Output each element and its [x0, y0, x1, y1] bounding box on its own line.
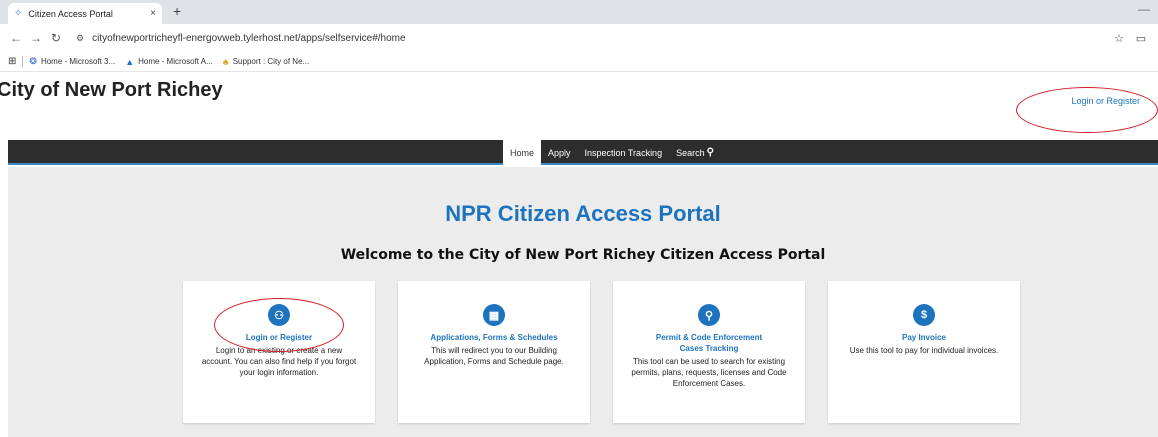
tab-title: Citizen Access Portal	[28, 8, 113, 19]
nav-apply-label: Apply	[548, 147, 571, 158]
card-description: This will redirect you to our Building A…	[424, 346, 564, 366]
card-title[interactable]: Applications, Forms & Schedules	[398, 332, 590, 343]
support-icon: ♣	[222, 56, 229, 67]
bookmark-label: Home - Microsoft 3...	[40, 57, 116, 66]
nav-home[interactable]: Home	[503, 140, 542, 165]
bookmark-item[interactable]: ▲ Home - Microsoft A...	[125, 57, 213, 67]
annotation-ellipse-header	[1016, 87, 1158, 133]
nav-search[interactable]: Search ⚲	[669, 140, 721, 165]
search-icon: ⚲	[698, 304, 720, 326]
card-applications[interactable]: ▦ Applications, Forms & Schedules This w…	[398, 281, 590, 423]
nav-inspection-label: Inspection Tracking	[584, 147, 663, 158]
site-title: City of New Port Richey	[0, 79, 223, 101]
forward-icon[interactable]: →	[26, 31, 46, 45]
building-icon: ▦	[483, 304, 505, 326]
main-content: NPR Citizen Access Portal Welcome to the…	[8, 167, 1158, 437]
new-tab-icon[interactable]: +	[173, 3, 181, 19]
bookmarks-divider	[22, 56, 24, 67]
favicon-icon: ✧	[14, 8, 23, 19]
bookmark-label: Support : City of Ne...	[232, 57, 310, 66]
card-description: This tool can be used to search for exis…	[631, 357, 787, 388]
card-title[interactable]: Permit & Code Enforcement Cases Tracking	[613, 332, 805, 354]
annotation-ellipse-card	[214, 298, 344, 352]
url-field[interactable]: ⚙ cityofnewportricheyfl-energovweb.tyler…	[72, 27, 1108, 49]
search-icon: ⚲	[706, 147, 714, 158]
card-permit-tracking[interactable]: ⚲ Permit & Code Enforcement Cases Tracki…	[613, 281, 805, 423]
browser-tab-bar: ✧ Citizen Access Portal × + —	[0, 0, 1158, 24]
bookmark-item[interactable]: ❂ Home - Microsoft 3...	[29, 56, 115, 67]
browser-tab[interactable]: ✧ Citizen Access Portal ×	[8, 3, 162, 24]
azure-icon: ▲	[125, 56, 135, 67]
address-bar: ← → ↻ ⚙ cityofnewportricheyfl-energovweb…	[0, 24, 1158, 52]
dollar-icon: $	[913, 304, 935, 326]
site-info-icon[interactable]: ⚙	[76, 33, 84, 44]
card-description: Use this tool to pay for individual invo…	[849, 346, 999, 355]
url-text: cityofnewportricheyfl-energovweb.tylerho…	[92, 32, 406, 44]
reader-mode-icon[interactable]: ▭	[1130, 32, 1152, 45]
site-header: City of New Port Richey Login or Registe…	[0, 72, 1158, 130]
main-navbar: Home Apply Inspection Tracking Search ⚲	[8, 140, 1158, 165]
bookmark-label: Home - Microsoft A...	[138, 57, 213, 66]
tab-close-icon[interactable]: ×	[150, 8, 156, 19]
bookmark-star-icon[interactable]: ☆	[1108, 32, 1130, 45]
minimize-icon[interactable]: —	[1138, 2, 1150, 16]
card-pay-invoice[interactable]: $ Pay Invoice Use this tool to pay for i…	[828, 281, 1020, 423]
portal-title: NPR Citizen Access Portal	[445, 201, 721, 226]
card-title[interactable]: Pay Invoice	[828, 332, 1020, 343]
nav-search-label: Search	[676, 147, 705, 158]
apps-grid-icon[interactable]: ⊞	[8, 56, 16, 67]
bookmark-item[interactable]: ♣ Support : City of Ne...	[223, 57, 309, 67]
nav-apply[interactable]: Apply	[541, 140, 578, 165]
nav-inspection-tracking[interactable]: Inspection Tracking	[578, 140, 670, 165]
back-icon[interactable]: ←	[6, 31, 26, 45]
nav-home-label: Home	[510, 147, 535, 158]
reload-icon[interactable]: ↻	[46, 31, 66, 45]
bookmarks-bar: ⊞ ❂ Home - Microsoft 3... ▲ Home - Micro…	[0, 52, 1158, 72]
portal-subtitle: Welcome to the City of New Port Richey C…	[340, 247, 826, 263]
microsoft-icon: ❂	[29, 56, 37, 66]
